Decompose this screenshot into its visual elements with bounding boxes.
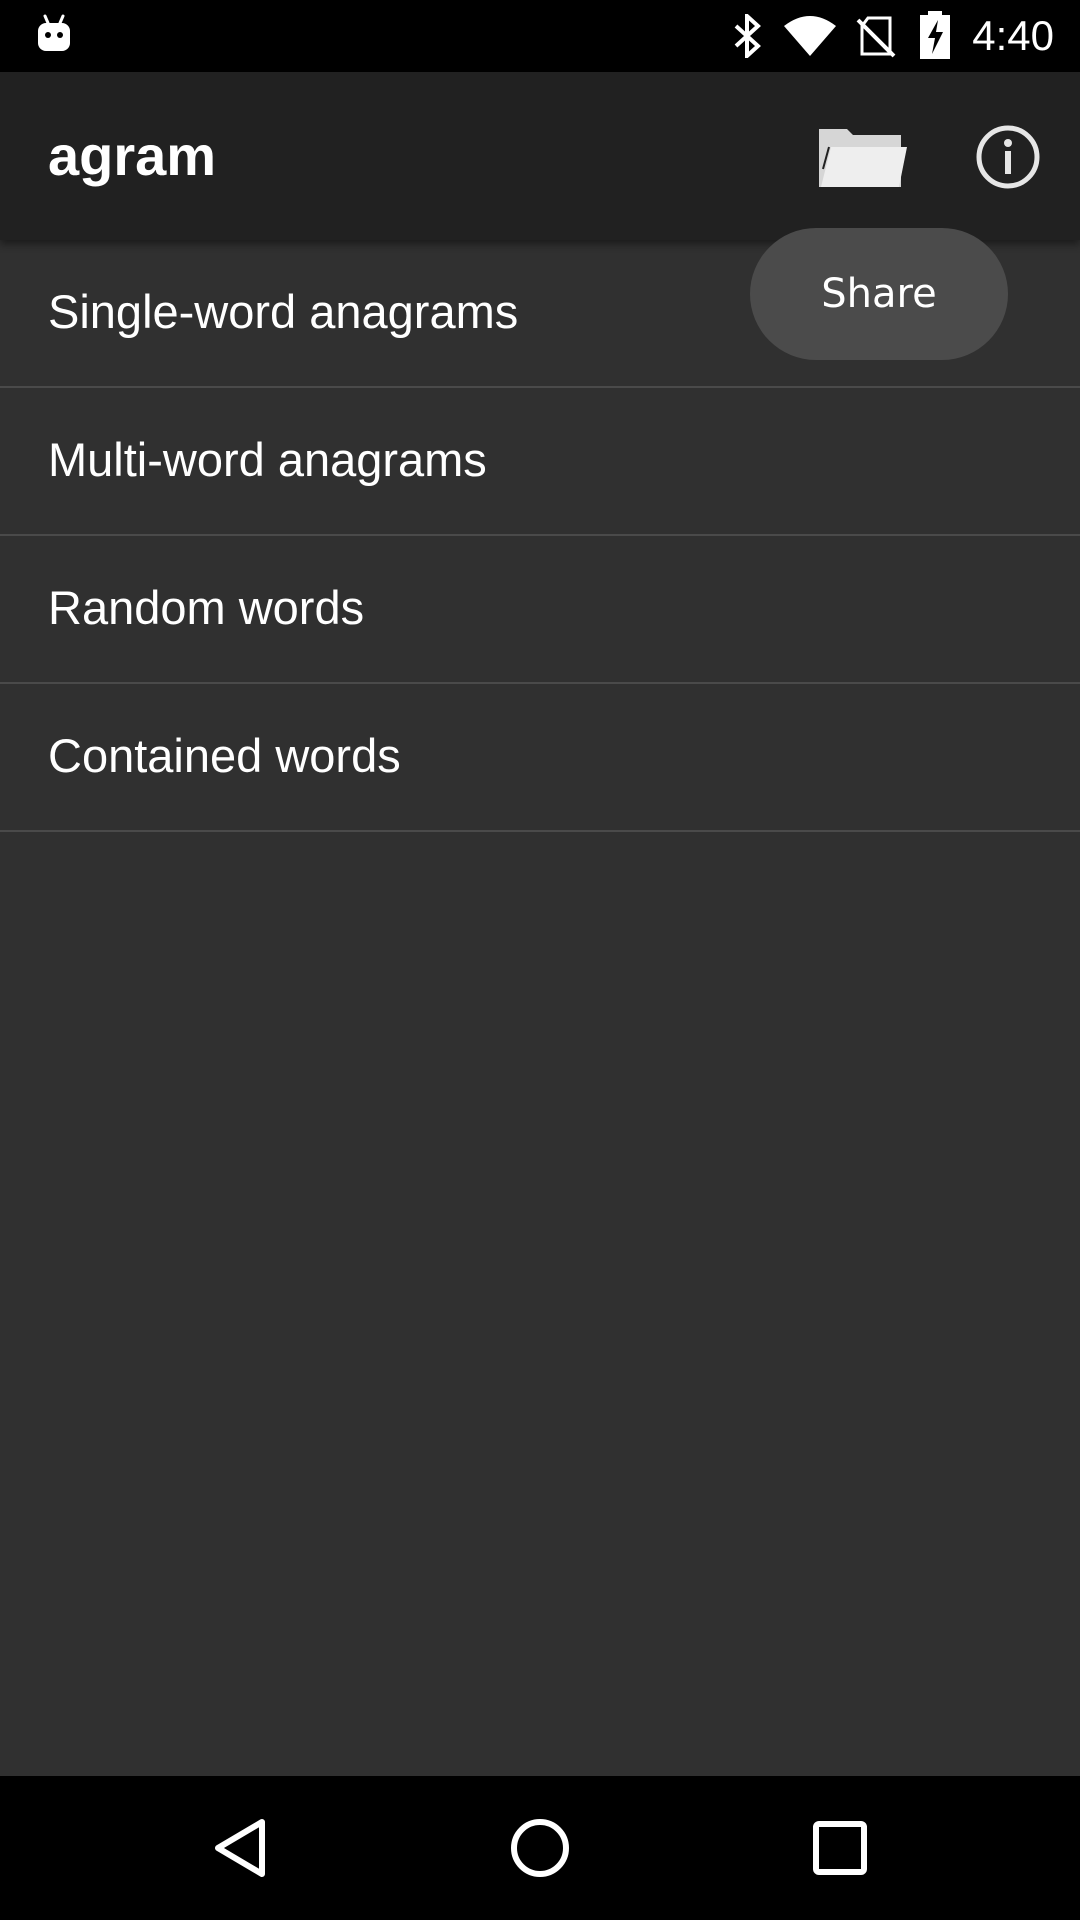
wifi-icon: [784, 16, 836, 56]
menu-item-label: Contained words: [48, 729, 401, 782]
app-bar: agram: [0, 72, 1080, 240]
home-icon: [511, 1819, 569, 1877]
menu-item-label: Multi-word anagrams: [48, 433, 487, 486]
recents-button[interactable]: [790, 1798, 890, 1898]
menu-item-contained-words[interactable]: Contained words: [0, 684, 1080, 832]
battery-charging-icon: [920, 11, 950, 59]
app-title: agram: [48, 124, 217, 187]
back-button[interactable]: [190, 1798, 290, 1898]
recents-icon: [813, 1821, 867, 1875]
menu-item-random-words[interactable]: Random words: [0, 536, 1080, 684]
navigation-bar: [0, 1776, 1080, 1920]
tooltip-label: Share: [821, 271, 937, 317]
open-folder-button[interactable]: [808, 112, 918, 202]
share-tooltip: Share: [750, 228, 1008, 360]
menu-item-multi-word-anagrams[interactable]: Multi-word anagrams: [0, 388, 1080, 536]
app-screen: 4:40 agram Single-word anagrams Multi-wo…: [0, 0, 1080, 1920]
info-icon: [976, 125, 1040, 189]
folder-icon: [819, 129, 907, 187]
android-notification-icon: [38, 14, 70, 51]
menu-item-label: Single-word anagrams: [48, 285, 519, 338]
back-icon: [215, 1819, 265, 1877]
status-clock: 4:40: [972, 12, 1054, 59]
no-sim-icon: [856, 16, 896, 58]
bluetooth-icon: [734, 14, 761, 58]
info-button[interactable]: [960, 112, 1056, 202]
status-bar: 4:40: [0, 0, 1080, 72]
home-button[interactable]: [490, 1798, 590, 1898]
menu-item-label: Random words: [48, 581, 365, 634]
